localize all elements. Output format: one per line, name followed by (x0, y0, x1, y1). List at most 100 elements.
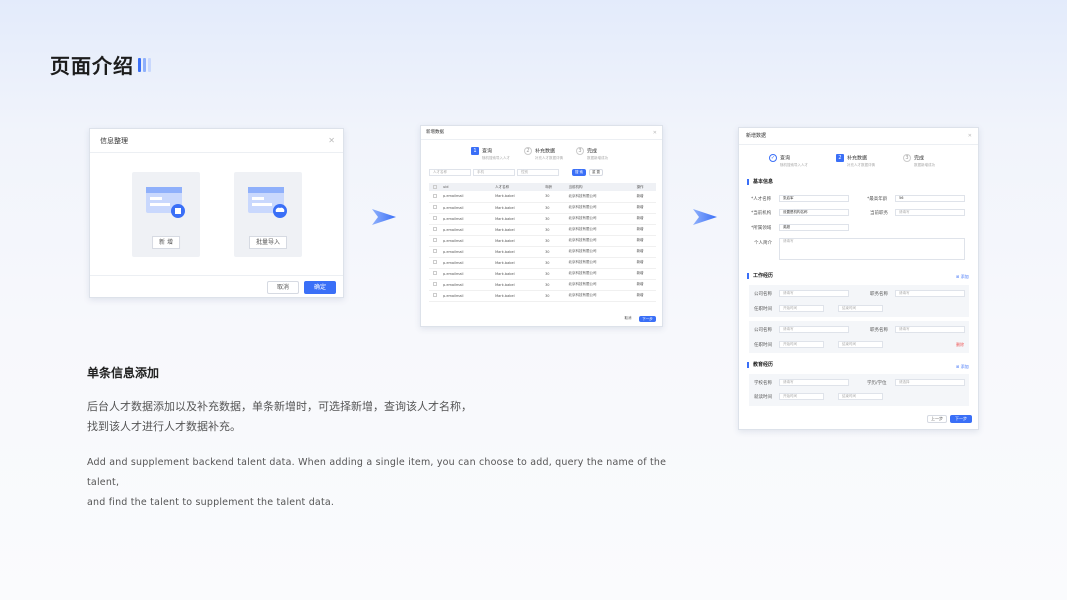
add-button[interactable]: 新 增 (152, 236, 180, 249)
start-date-input[interactable]: 开始时间 (779, 341, 824, 348)
work-experience-section: 工作经历 (747, 273, 773, 279)
row-checkbox[interactable] (433, 260, 437, 264)
table-cell: Mark.babel (491, 213, 542, 225)
position-input[interactable]: 请填写 (895, 290, 965, 297)
step-1: 1 查询 随机搜索导入人才 (471, 147, 510, 161)
supplement-data-dialog: 新增数据 ✕ ✓ 查询 随机搜索导入人才 2 补充数据 补充人才数据详情 3 完成 数据新增… (738, 127, 979, 430)
row-action-link[interactable]: 新增 (632, 257, 656, 269)
field-select[interactable]: 英超 (779, 224, 849, 231)
job-title-input[interactable]: 请填写 (895, 209, 965, 216)
row-action-link[interactable]: 新增 (632, 202, 656, 214)
intro-textarea[interactable]: 请填写 (779, 238, 965, 260)
table-row: p.emailmail Mark.babel 30 北京科技有限公司 新增 (429, 213, 656, 225)
batch-import-button[interactable]: 批量导入 (248, 236, 288, 249)
reset-button[interactable]: 重 置 (589, 169, 603, 176)
table-row: p.emailmail Mark.babel 30 北京科技有限公司 新增 (429, 246, 656, 258)
description-cn: 后台人才数据添加以及补充数据，单条新增时，可选择新增，查询该人才名称， 找到该人… (87, 400, 472, 433)
row-checkbox[interactable] (433, 238, 437, 242)
row-checkbox[interactable] (433, 205, 437, 209)
talent-name-input[interactable]: 张启军 (779, 195, 849, 202)
confirm-button[interactable]: 确定 (304, 281, 336, 294)
phone-input[interactable]: 手机 (473, 169, 515, 176)
row-action-link[interactable]: 新增 (632, 213, 656, 225)
close-icon[interactable]: ✕ (968, 128, 972, 145)
row-checkbox[interactable] (433, 249, 437, 253)
row-action-link[interactable]: 新增 (632, 235, 656, 247)
row-checkbox[interactable] (433, 216, 437, 220)
age-input[interactable]: 56 (895, 195, 965, 202)
table-cell: 北京科技有限公司 (564, 246, 633, 258)
table-cell: 30 (541, 213, 565, 225)
select-all-checkbox[interactable] (433, 184, 437, 189)
table-cell: p.emailmail (439, 268, 492, 280)
row-action-link[interactable]: 新增 (632, 246, 656, 258)
step-2: 2 补充数据 补充人才数据详情 (524, 147, 563, 161)
table-cell: 北京科技有限公司 (564, 202, 633, 214)
title-decoration (138, 57, 153, 72)
cancel-button[interactable]: 取消 (267, 281, 299, 294)
row-checkbox[interactable] (433, 271, 437, 275)
table-row: p.emailmail Mark.babel 30 北京科技有限公司 新增 (429, 202, 656, 214)
next-step-button[interactable]: 下一步 (950, 415, 972, 423)
prev-step-button[interactable]: 上一步 (927, 415, 947, 423)
page-title: 页面介绍 (50, 54, 134, 78)
search-button[interactable]: 搜 索 (572, 169, 586, 176)
table-cell: 北京科技有限公司 (564, 224, 633, 236)
add-work-link[interactable]: ⊞ 添加 (956, 274, 969, 280)
add-card[interactable]: 新 增 (132, 172, 200, 257)
row-action-link[interactable]: 新增 (632, 268, 656, 280)
row-action-link[interactable]: 新增 (632, 191, 656, 203)
arrow-right-icon (693, 209, 717, 225)
table-row: p.emailmail Mark.babel 30 北京科技有限公司 新增 (429, 279, 656, 291)
table-cell: 北京科技有限公司 (564, 268, 633, 280)
row-action-link[interactable]: 新增 (632, 279, 656, 291)
table-cell: 30 (541, 279, 565, 291)
table-cell: 北京科技有限公司 (564, 213, 633, 225)
section-subtitle: 单条信息添加 (87, 366, 160, 380)
delete-work-link[interactable]: 删除 (956, 342, 964, 348)
close-icon[interactable]: ✕ (653, 126, 657, 140)
start-date-input[interactable]: 开始时间 (779, 305, 824, 312)
org-input[interactable]: 设置是机构名称 (779, 209, 849, 216)
table-cell: 30 (541, 224, 565, 236)
cancel-button[interactable]: 取消 (621, 316, 635, 322)
talent-table: uid 人才名称 年龄 当前机构 操作 p.emailmail Mark.babe… (429, 183, 656, 302)
company-input[interactable]: 请填写 (779, 326, 849, 333)
end-date-input[interactable]: 结束时间 (838, 305, 883, 312)
table-cell: p.emailmail (439, 257, 492, 269)
gender-input[interactable]: 性别 (517, 169, 559, 176)
table-cell: Mark.babel (491, 257, 542, 269)
company-input[interactable]: 请填写 (779, 290, 849, 297)
position-input[interactable]: 请填写 (895, 326, 965, 333)
end-date-input[interactable]: 结束时间 (838, 341, 883, 348)
degree-select[interactable]: 请选择 (895, 379, 965, 386)
row-checkbox[interactable] (433, 193, 437, 198)
row-checkbox[interactable] (433, 293, 437, 297)
row-checkbox[interactable] (433, 282, 437, 286)
talent-name-input[interactable]: 人才名称 (429, 169, 471, 176)
close-icon[interactable]: ✕ (328, 129, 335, 153)
table-cell: 30 (541, 257, 565, 269)
start-date-input[interactable]: 开始时间 (779, 393, 824, 400)
table-cell: p.emailmail (439, 224, 492, 236)
row-checkbox[interactable] (433, 227, 437, 231)
table-cell: Mark.babel (491, 191, 542, 203)
row-action-link[interactable]: 新增 (632, 224, 656, 236)
end-date-input[interactable]: 结束时间 (838, 393, 883, 400)
table-cell: Mark.babel (491, 202, 542, 214)
batch-import-card[interactable]: 批量导入 (234, 172, 302, 257)
table-cell: Mark.babel (491, 224, 542, 236)
table-row: p.emailmail Mark.babel 30 北京科技有限公司 新增 (429, 268, 656, 280)
table-cell: p.emailmail (439, 279, 492, 291)
table-cell: 北京科技有限公司 (564, 235, 633, 247)
table-cell: 北京科技有限公司 (564, 257, 633, 269)
table-cell: p.emailmail (439, 202, 492, 214)
add-education-link[interactable]: ⊞ 添加 (956, 364, 969, 370)
table-cell: 30 (541, 235, 565, 247)
school-input[interactable]: 请填写 (779, 379, 849, 386)
step-1: ✓ 查询 随机搜索导入人才 (769, 154, 808, 167)
table-cell: 30 (541, 246, 565, 258)
add-document-icon (146, 187, 185, 218)
next-step-button[interactable]: 下一步 (639, 316, 656, 322)
row-action-link[interactable]: 新增 (632, 290, 656, 302)
